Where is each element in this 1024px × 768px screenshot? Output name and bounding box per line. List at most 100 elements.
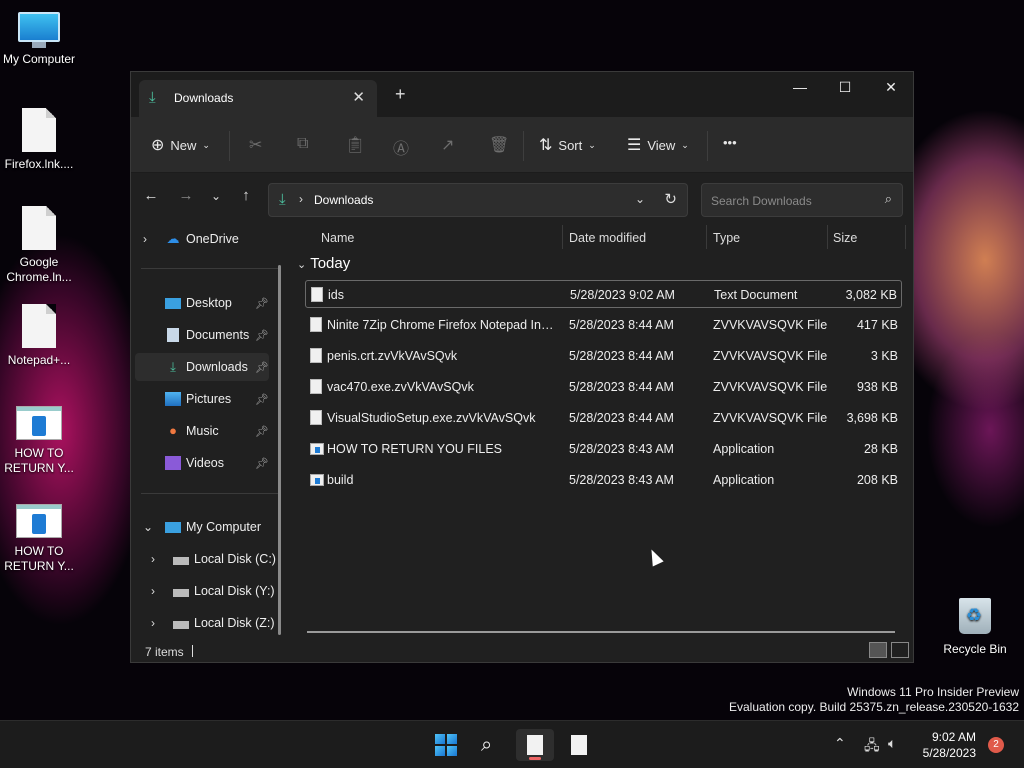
share-button[interactable]: ↗ [441, 135, 454, 155]
sidebar-item-pictures[interactable]: Pictures 📌︎ [135, 385, 269, 413]
start-button[interactable] [427, 729, 465, 761]
desktop-icon-chrome[interactable]: Google Chrome.ln... [0, 206, 78, 285]
address-history-dropdown[interactable]: ⌄ [635, 192, 645, 206]
forward-button[interactable]: → [175, 187, 197, 204]
file-name: Ninite 7Zip Chrome Firefox Notepad Inst.… [327, 318, 557, 332]
notification-badge[interactable]: 2 [988, 737, 1004, 753]
sidebar-item-my-computer[interactable]: ⌄ My Computer [135, 513, 269, 541]
close-tab-icon[interactable]: ✕ [352, 88, 365, 106]
column-header-type[interactable]: Type [713, 231, 740, 255]
sort-label: Sort [558, 137, 583, 153]
sidebar-item-drive-y[interactable]: › Local Disk (Y:) [143, 577, 277, 605]
network-icon[interactable]: 🖧︎ [864, 735, 880, 759]
desktop-icon-ransom-note-1[interactable]: HOW TO RETURN Y... [0, 406, 78, 476]
file-icon [310, 348, 322, 363]
file-row[interactable]: Ninite 7Zip Chrome Firefox Notepad Inst.… [305, 311, 902, 339]
file-row[interactable]: build 5/28/2023 8:43 AM Application 208 KB [305, 466, 902, 494]
trash-icon: 🗑︎ [489, 137, 510, 154]
search-placeholder[interactable]: Search Downloads [711, 194, 812, 208]
chevron-right-icon[interactable]: › [151, 552, 155, 566]
up-button[interactable]: ↑ [235, 187, 257, 204]
chevron-right-icon[interactable]: › [151, 584, 155, 598]
horizontal-scrollbar[interactable] [307, 631, 895, 633]
taskbar-app[interactable] [560, 729, 598, 761]
clock-date: 5/28/2023 [922, 746, 976, 760]
column-header-name[interactable]: Name [321, 231, 354, 255]
file-size: 3,082 KB [845, 288, 897, 302]
sidebar-item-drive-c[interactable]: › Local Disk (C:) [143, 545, 277, 573]
desktop-icon-ransom-note-2[interactable]: HOW TO RETURN Y... [0, 504, 78, 574]
sort-button[interactable]: ⇅ Sort ⌄ [539, 135, 596, 155]
group-header-today[interactable]: ⌄ Today [297, 255, 350, 272]
chevron-down-icon[interactable]: ⌄ [143, 520, 153, 534]
refresh-button[interactable]: ↻ [664, 190, 677, 208]
cut-button[interactable]: ✂ [249, 135, 262, 155]
view-button[interactable]: ☰ View ⌄ [627, 135, 689, 155]
taskbar-file-explorer[interactable] [516, 729, 554, 761]
copy-button[interactable]: ⧉ [297, 135, 308, 153]
plus-circle-icon: ⊕ [151, 137, 165, 154]
application-icon [310, 443, 324, 455]
sidebar-item-desktop[interactable]: Desktop 📌︎ [135, 289, 269, 317]
column-header-size[interactable]: Size [833, 231, 857, 255]
chevron-down-icon: ⌄ [202, 139, 210, 150]
column-divider[interactable] [827, 225, 828, 249]
close-window-button[interactable]: ✕ [868, 76, 914, 104]
tiles-view-button[interactable] [891, 642, 909, 658]
chevron-right-icon[interactable]: › [151, 616, 155, 630]
toolbar-divider [707, 131, 708, 161]
desktop-icon-label: HOW TO RETURN Y... [4, 544, 74, 573]
toolbar-divider [229, 131, 230, 161]
chevron-right-icon[interactable]: › [143, 232, 147, 246]
search-button[interactable]: ⌕ [472, 729, 510, 761]
status-bar: 7 items [131, 639, 915, 663]
paste-button[interactable]: 📋︎ [345, 135, 365, 155]
column-header-date[interactable]: Date modified [569, 231, 646, 255]
new-tab-button[interactable]: + [395, 84, 406, 105]
desktop-icon-my-computer[interactable]: My Computer [0, 12, 78, 67]
application-icon [310, 474, 324, 486]
column-divider[interactable] [706, 225, 707, 249]
file-name: build [327, 473, 354, 487]
windows-logo-icon [435, 734, 457, 756]
sidebar-item-videos[interactable]: Videos 📌︎ [135, 449, 269, 477]
file-row[interactable]: ids 5/28/2023 9:02 AM Text Document 3,082 K… [305, 280, 902, 308]
more-options-button[interactable]: ••• [723, 135, 737, 150]
sidebar-item-onedrive[interactable]: › ☁ OneDrive [135, 225, 269, 253]
file-row[interactable]: vac470.exe.zvVkVAvSQvk 5/28/2023 8:44 AM Z… [305, 373, 902, 401]
sidebar-item-documents[interactable]: Documents 📌︎ [135, 321, 269, 349]
sidebar-item-label: Local Disk (C:) [194, 552, 276, 566]
search-box[interactable]: Search Downloads ⌕ [701, 183, 903, 217]
cloud-icon: ☁ [166, 231, 180, 246]
chevron-up-icon[interactable]: ⌃ [834, 735, 846, 752]
sidebar-item-drive-z[interactable]: › Local Disk (Z:) [143, 609, 277, 637]
drive-icon [173, 557, 189, 565]
clock[interactable]: 9:02 AM 5/28/2023 [912, 729, 976, 761]
tab-downloads[interactable]: ⤓ Downloads ✕ [139, 80, 377, 117]
desktop-icon [165, 298, 181, 309]
recent-locations-button[interactable]: ⌄ [205, 189, 227, 203]
delete-button[interactable]: 🗑︎ [489, 135, 509, 155]
rename-button[interactable]: Ⓐ [393, 135, 409, 159]
pin-icon: 📌︎ [255, 425, 269, 438]
new-button[interactable]: ⊕ New ⌄ [151, 135, 210, 155]
file-row[interactable]: VisualStudioSetup.exe.zvVkVAvSQvk 5/28/20… [305, 404, 902, 432]
file-row[interactable]: HOW TO RETURN YOU FILES 5/28/2023 8:43 AM… [305, 435, 902, 463]
minimize-button[interactable]: — [777, 76, 823, 104]
file-type: ZVVKVAVSQVK File [713, 318, 828, 332]
sidebar-item-downloads[interactable]: ⤓ Downloads 📌︎ [135, 353, 269, 381]
column-divider[interactable] [905, 225, 906, 249]
address-path[interactable]: Downloads [314, 193, 373, 207]
sidebar-scrollbar[interactable] [278, 265, 281, 635]
file-row[interactable]: penis.crt.zvVkVAvSQvk 5/28/2023 8:44 AM ZV… [305, 342, 902, 370]
volume-icon[interactable]: 🔈︎ [888, 735, 896, 752]
desktop-icon-firefox[interactable]: Firefox.lnk.... [0, 108, 78, 172]
details-view-button[interactable] [869, 642, 887, 658]
sidebar-item-music[interactable]: ● Music 📌︎ [135, 417, 269, 445]
desktop-icon-notepad[interactable]: Notepad+... [0, 304, 78, 368]
maximize-button[interactable]: ☐ [822, 76, 868, 104]
desktop-icon-recycle-bin[interactable]: Recycle Bin [938, 598, 1012, 656]
column-divider[interactable] [562, 225, 563, 249]
address-bar[interactable]: ⤓ › Downloads ⌄ ↻ [268, 183, 688, 217]
back-button[interactable]: ← [140, 187, 162, 204]
